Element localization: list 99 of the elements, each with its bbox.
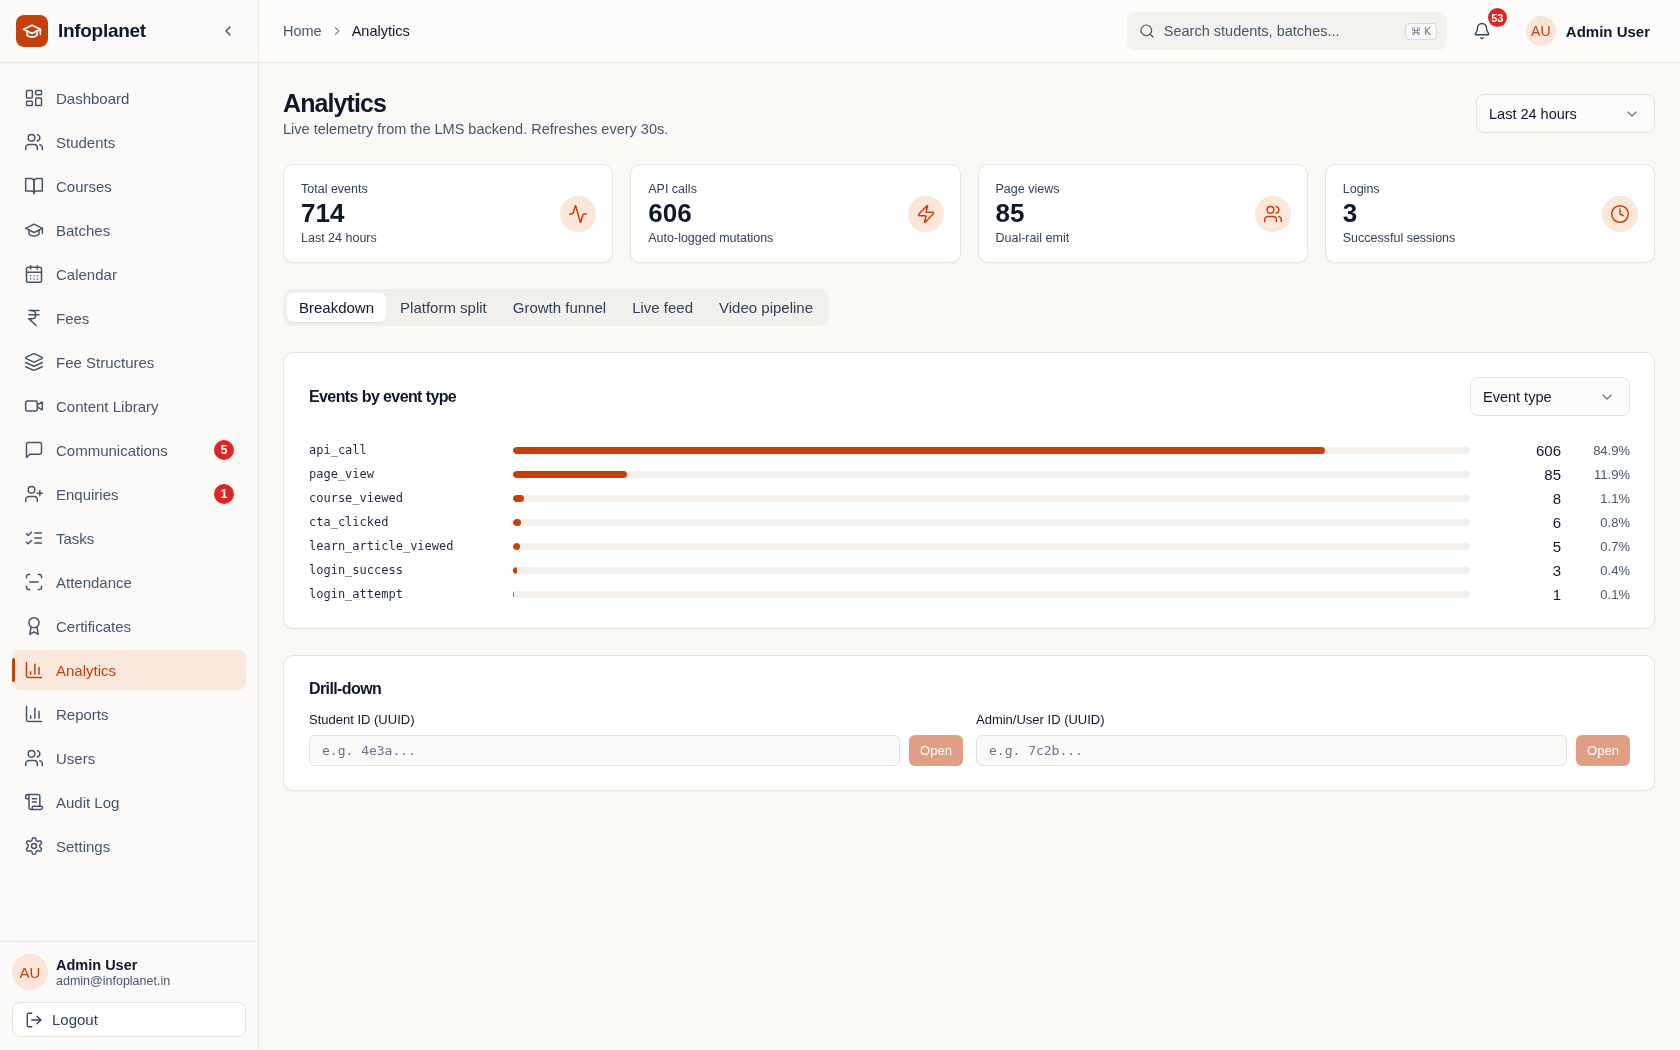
stat-value: 3 xyxy=(1342,197,1359,229)
people-icon xyxy=(1254,195,1291,232)
stat-note: Dual-rail emit xyxy=(995,229,1070,247)
nav-item[interactable]: Tasks xyxy=(12,518,246,558)
tab[interactable]: Platform split xyxy=(388,293,499,322)
event-share: 0.8% xyxy=(1599,514,1630,530)
event-share: 0.4% xyxy=(1599,562,1630,578)
nav-item[interactable]: Communications 5 xyxy=(12,430,246,470)
scan-frame-icon xyxy=(24,572,44,592)
stat-value: 85 xyxy=(995,197,1026,229)
breadcrumb-current: Analytics xyxy=(351,23,410,39)
lightning-icon xyxy=(907,195,944,232)
person-plus-icon xyxy=(24,484,44,504)
shortcut-hint: ⌘ K xyxy=(1405,22,1437,40)
stat-label: Total events xyxy=(301,180,369,198)
app-name: Infoplanet xyxy=(58,20,147,42)
nav-item[interactable]: Analytics xyxy=(12,650,246,690)
stat-label: Page views xyxy=(995,180,1061,198)
nav-item[interactable]: Dashboard xyxy=(12,78,246,118)
nav-item[interactable]: Users xyxy=(12,738,246,778)
people-icon xyxy=(24,748,44,768)
bell-icon xyxy=(1472,22,1491,40)
calendar-icon xyxy=(24,264,44,284)
user-email: admin@infoplanet.in xyxy=(56,973,171,988)
event-count: 3 xyxy=(1551,561,1561,579)
tab[interactable]: Breakdown xyxy=(287,293,387,322)
page-title: Analytics xyxy=(283,88,388,119)
nav-item[interactable]: Calendar xyxy=(12,254,246,294)
scroll-icon xyxy=(24,792,44,812)
panel-title: Events by event type xyxy=(309,386,457,407)
event-name: login_success xyxy=(309,563,404,577)
people-icon xyxy=(24,132,44,152)
breadcrumb-link[interactable]: Home xyxy=(283,23,322,39)
stat-note: Auto-logged mutations xyxy=(648,229,774,247)
event-count: 5 xyxy=(1551,537,1561,555)
count-badge: 1 xyxy=(214,484,234,504)
group-by-dropdown[interactable]: Event type xyxy=(1470,377,1630,416)
book-icon xyxy=(24,176,44,196)
user-name: Admin User xyxy=(1565,22,1650,40)
nav-item[interactable]: Certificates xyxy=(12,606,246,646)
field-label: Student ID (UUID) xyxy=(309,711,416,729)
search-field[interactable]: Search students, batches... ⌘ K xyxy=(1126,12,1447,50)
event-count: 6 xyxy=(1551,513,1561,531)
nav-item[interactable]: Audit Log xyxy=(12,782,246,822)
speech-bubble-icon xyxy=(24,440,44,460)
settings-icon xyxy=(24,836,44,856)
page-subtitle: Live telemetry from the LMS backend. Refreshes every 30s. xyxy=(283,120,669,139)
nav-item[interactable]: Fees xyxy=(12,298,246,338)
stat-value: 606 xyxy=(648,197,693,229)
nav-item[interactable]: Settings xyxy=(12,826,246,866)
stat-note: Successful sessions xyxy=(1342,229,1456,247)
event-share: 0.1% xyxy=(1599,586,1630,602)
clock-icon xyxy=(1602,195,1638,232)
event-share: 84.9% xyxy=(1592,442,1630,458)
nav-item[interactable]: Fee Structures xyxy=(12,342,246,382)
event-name: course_viewed xyxy=(309,491,404,505)
nav-item[interactable]: Batches xyxy=(12,210,246,250)
count-badge: 5 xyxy=(214,440,234,460)
event-name: login_attempt xyxy=(309,587,404,601)
graduation-cap-logo-icon xyxy=(16,15,48,47)
event-count: 8 xyxy=(1551,489,1561,507)
tab[interactable]: Growth funnel xyxy=(500,293,619,322)
bar-chart-icon xyxy=(24,704,44,724)
nav-item[interactable]: Students xyxy=(12,122,246,162)
event-name: api_call xyxy=(309,443,368,457)
panel-title: Drill-down xyxy=(309,679,383,699)
stat-value: 714 xyxy=(301,197,346,229)
nav-item[interactable]: Attendance xyxy=(12,562,246,602)
event-count: 1 xyxy=(1551,585,1561,603)
event-count: 606 xyxy=(1534,441,1561,459)
event-count: 85 xyxy=(1543,465,1561,483)
event-name: cta_clicked xyxy=(309,515,390,529)
notification-badge: 53 xyxy=(1487,8,1507,27)
nav-item[interactable]: Content Library xyxy=(12,386,246,426)
tab[interactable]: Video pipeline xyxy=(707,293,825,322)
event-name: page_view xyxy=(309,467,376,481)
field-label: Admin/User ID (UUID) xyxy=(976,711,1106,729)
avatar: AU xyxy=(12,954,48,990)
nav-item[interactable]: Reports xyxy=(12,694,246,734)
stat-note: Last 24 hours xyxy=(301,229,377,247)
time-range-dropdown[interactable]: Last 24 hours xyxy=(1476,94,1655,133)
layers-icon xyxy=(24,352,44,372)
search-icon xyxy=(1138,23,1155,39)
tab[interactable]: Live feed xyxy=(620,293,706,322)
event-share: 1.1% xyxy=(1599,490,1630,506)
grid-icon xyxy=(24,88,44,108)
stat-label: API calls xyxy=(648,180,698,198)
stat-label: Logins xyxy=(1342,180,1381,198)
nav-item[interactable]: Courses xyxy=(12,166,246,206)
event-share: 0.7% xyxy=(1599,538,1630,554)
event-share: 11.9% xyxy=(1593,466,1630,482)
user-name: Admin User xyxy=(56,956,139,973)
bar-chart-icon xyxy=(24,660,44,680)
event-name: learn_article_viewed xyxy=(309,539,455,553)
search-input[interactable]: Search students, batches... xyxy=(1163,23,1397,39)
logout-button[interactable]: Logout xyxy=(12,1002,246,1037)
pulse-icon xyxy=(560,195,597,232)
avatar: AU xyxy=(1525,16,1556,46)
nav-item[interactable]: Enquiries 1 xyxy=(12,474,246,514)
